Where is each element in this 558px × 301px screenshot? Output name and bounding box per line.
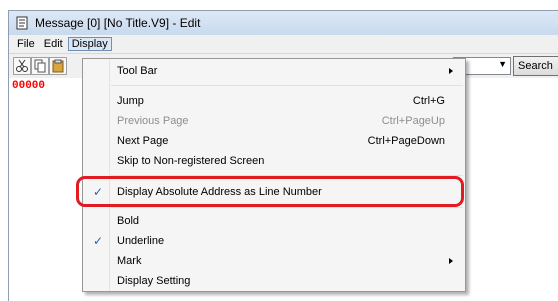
- title-bar: Message [0] [No Title.V9] - Edit: [9, 11, 558, 35]
- previous-page-shortcut: Ctrl+PageUp: [381, 115, 445, 127]
- underline-label: Underline: [117, 235, 165, 247]
- separator: [111, 85, 463, 86]
- menu-item-underline[interactable]: ✓ Underline: [83, 231, 465, 251]
- menu-item-next-page[interactable]: Next Page Ctrl+PageDown: [83, 131, 465, 151]
- cut-icon[interactable]: [13, 57, 31, 75]
- next-page-label: Next Page: [117, 135, 169, 147]
- submenu-arrow-icon: [449, 258, 453, 264]
- skip-label: Skip to Non-registered Screen: [117, 155, 265, 167]
- menu-item-mark[interactable]: Mark: [83, 251, 465, 271]
- mark-label: Mark: [117, 255, 142, 267]
- jump-label: Jump: [117, 95, 144, 107]
- next-page-shortcut: Ctrl+PageDown: [367, 135, 445, 147]
- menu-item-bold[interactable]: Bold: [83, 211, 465, 231]
- display-setting-label: Display Setting: [117, 275, 191, 287]
- highlight-annotation: [76, 176, 464, 207]
- check-icon: ✓: [92, 234, 104, 248]
- tool-bar-label: Tool Bar: [117, 65, 158, 77]
- menu-item-tool-bar[interactable]: Tool Bar: [83, 61, 465, 81]
- document-icon: [16, 16, 28, 30]
- menu-item-display-setting[interactable]: Display Setting: [83, 271, 465, 291]
- copy-icon[interactable]: [31, 57, 49, 75]
- menu-file[interactable]: File: [13, 37, 39, 51]
- menu-item-jump[interactable]: Jump Ctrl+G: [83, 91, 465, 111]
- submenu-arrow-icon: [449, 68, 453, 74]
- separator: [111, 207, 463, 208]
- display-menu: Tool Bar Jump Ctrl+G Previous Page Ctrl+…: [82, 58, 466, 292]
- menu-item-skip[interactable]: Skip to Non-registered Screen: [83, 151, 465, 171]
- menu-edit[interactable]: Edit: [40, 37, 67, 51]
- bold-label: Bold: [117, 215, 140, 227]
- chevron-down-icon: ▼: [498, 59, 507, 69]
- window-title: Message [0] [No Title.V9] - Edit: [35, 16, 201, 30]
- line-number: 00000: [12, 80, 46, 92]
- menu-bar: File Edit Display: [9, 35, 558, 53]
- search-button[interactable]: Search: [513, 56, 558, 76]
- jump-shortcut: Ctrl+G: [412, 95, 445, 107]
- paste-icon[interactable]: [49, 57, 67, 75]
- menu-item-previous-page: Previous Page Ctrl+PageUp: [83, 111, 465, 131]
- previous-page-label: Previous Page: [117, 115, 189, 127]
- menu-display[interactable]: Display: [67, 37, 112, 51]
